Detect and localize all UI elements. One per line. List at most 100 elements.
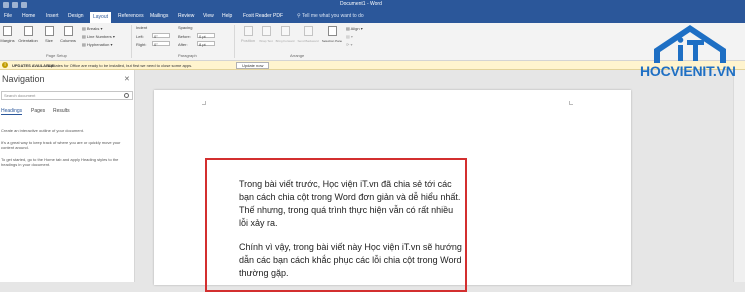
breaks-label: Breaks — [86, 26, 100, 31]
indent-left-value: 0" — [154, 34, 158, 39]
close-icon[interactable]: ✕ — [124, 75, 130, 83]
columns-button[interactable]: Columns — [58, 26, 78, 43]
send-backward-icon — [303, 26, 313, 36]
tab-help[interactable]: Help — [222, 13, 232, 19]
line-numbers-button[interactable]: ▤ Line Numbers ▾ — [82, 34, 115, 39]
align-label: Align — [350, 26, 360, 31]
info-icon: i — [2, 62, 8, 68]
tab-mailings[interactable]: Mailings — [150, 13, 168, 19]
margin-mark — [569, 101, 573, 105]
margins-label: Margins — [0, 38, 15, 43]
spacing-after-label: After: — [178, 42, 188, 47]
group-objects-icon[interactable]: ▤ ▾ — [346, 34, 353, 39]
search-input[interactable]: Search document — [1, 91, 133, 100]
search-icon[interactable] — [124, 93, 129, 98]
position-button[interactable]: Position — [238, 26, 258, 43]
paragraph-group-label: Paragraph — [178, 53, 197, 58]
size-label: Size — [45, 38, 53, 43]
rotate-icon[interactable]: ⟳ ▾ — [346, 42, 352, 47]
tab-insert[interactable]: Insert — [46, 13, 59, 19]
indent-heading: Indent — [136, 25, 148, 30]
spacing-after-value: 8 pt — [199, 42, 206, 47]
ribbon-tab-bar: File Home Insert Design Layout Reference… — [0, 11, 745, 23]
redo-icon[interactable] — [21, 2, 27, 8]
nav-tab-results[interactable]: Results — [53, 108, 70, 114]
update-now-button[interactable]: Update now — [236, 62, 270, 69]
indent-left-label: Left: — [136, 34, 144, 39]
navigation-help-2: It's a great way to keep track of where … — [1, 140, 121, 150]
tab-references[interactable]: References — [118, 13, 144, 19]
navigation-help-1: Create an interactive outline of your do… — [1, 128, 84, 133]
bring-forward-label: Bring Forward — [275, 39, 295, 43]
selection-pane-label: Selection Pane — [321, 39, 343, 43]
indent-right-label: Right: — [136, 42, 147, 47]
arrange-group-label: Arrange — [290, 53, 305, 58]
wrap-text-icon — [261, 26, 271, 36]
hyphenation-label: Hyphenation — [86, 42, 110, 47]
columns-icon — [63, 26, 73, 36]
save-icon[interactable] — [3, 2, 9, 8]
document-page[interactable]: Trong bài viết trước, Học viện iT.vn đã … — [154, 90, 631, 292]
page-setup-group-label: Page Setup — [46, 53, 67, 58]
tab-home[interactable]: Home — [22, 13, 35, 19]
tab-review[interactable]: Review — [178, 13, 194, 19]
tab-design[interactable]: Design — [68, 13, 84, 19]
orientation-button[interactable]: Orientation — [16, 26, 40, 43]
nav-tab-headings[interactable]: Headings — [1, 108, 23, 115]
position-label: Position — [240, 38, 256, 43]
indent-right-field[interactable]: 0" — [152, 41, 170, 47]
margins-button[interactable]: Margins — [0, 26, 15, 43]
navigation-pane: Navigation ✕ Search document Headings Pa… — [0, 70, 135, 282]
tab-foxit-reader-pdf[interactable]: Foxit Reader PDF — [243, 13, 283, 19]
tab-view[interactable]: View — [203, 13, 214, 19]
columns-label: Columns — [60, 38, 76, 43]
size-button[interactable]: Size — [42, 26, 56, 43]
ribbon-separator — [131, 25, 132, 58]
undo-icon[interactable] — [12, 2, 18, 8]
vertical-scrollbar[interactable] — [733, 70, 745, 282]
ribbon-separator — [234, 25, 235, 58]
spacing-before-label: Before: — [178, 34, 191, 39]
send-backward-label: Send Backward — [297, 39, 319, 43]
selection-pane-button[interactable]: Selection Pane — [321, 26, 343, 43]
margins-icon — [3, 26, 12, 36]
align-button[interactable]: ▤ Align ▾ — [346, 26, 363, 31]
tell-me-box[interactable]: ⚲ Tell me what you want to do — [297, 13, 364, 19]
bring-forward-icon — [280, 26, 290, 36]
hyphenation-button[interactable]: ▤ Hyphenation ▾ — [82, 42, 112, 47]
size-icon — [44, 26, 54, 36]
window-title: Document1 - Word — [340, 1, 382, 7]
wrap-text-label: Wrap Text — [259, 39, 273, 43]
document-area: Trong bài viết trước, Học viện iT.vn đã … — [136, 70, 745, 292]
highlight-box: Trong bài viết trước, Học viện iT.vn đã … — [205, 158, 467, 292]
document-paragraph-1[interactable]: Trong bài viết trước, Học viện iT.vn đã … — [239, 178, 464, 230]
watermark-text: HOCVIENIT.VN — [640, 63, 736, 79]
tell-me-text: Tell me what you want to do — [301, 13, 364, 19]
spacing-after-field[interactable]: 8 pt — [197, 41, 215, 47]
title-bar: Document1 - Word — [0, 0, 745, 11]
bring-forward-button[interactable]: Bring Forward — [275, 26, 295, 43]
spacing-heading: Spacing — [178, 25, 193, 30]
search-placeholder: Search document — [4, 93, 36, 98]
spacing-before-field[interactable]: 0 pt — [197, 33, 215, 39]
update-message: Updates for Office are ready to be insta… — [48, 63, 193, 68]
navigation-title: Navigation — [2, 74, 45, 84]
indent-left-field[interactable]: 0" — [152, 33, 170, 39]
margin-mark — [202, 101, 206, 105]
selection-pane-icon — [327, 26, 337, 36]
tab-file[interactable]: File — [4, 13, 12, 19]
logo-graphic — [654, 25, 726, 63]
breaks-button[interactable]: ▤ Breaks ▾ — [82, 26, 102, 31]
document-paragraph-2[interactable]: Chính vì vậy, trong bài viết này Học việ… — [239, 241, 464, 280]
navigation-help-3: To get started, go to the Home tab and a… — [1, 157, 119, 167]
tab-layout[interactable]: Layout — [90, 12, 112, 23]
send-backward-button[interactable]: Send Backward — [297, 26, 319, 43]
indent-right-value: 0" — [154, 42, 158, 47]
wrap-text-button[interactable]: Wrap Text — [259, 26, 273, 43]
position-icon — [243, 26, 253, 36]
line-numbers-label: Line Numbers — [86, 34, 112, 39]
orientation-icon — [23, 26, 33, 36]
update-message-bar: i UPDATES AVAILABLE Updates for Office a… — [0, 61, 745, 70]
nav-tab-pages[interactable]: Pages — [31, 108, 45, 114]
spacing-before-value: 0 pt — [199, 34, 206, 39]
